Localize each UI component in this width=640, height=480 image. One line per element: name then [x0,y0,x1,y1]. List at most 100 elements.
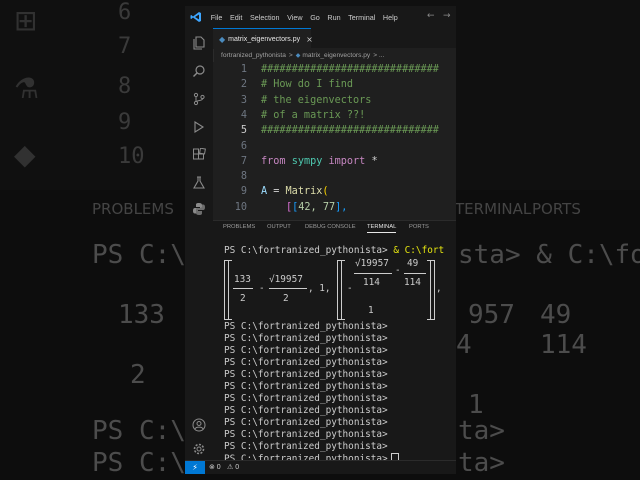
line-number: 5 [240,125,247,137]
code-text: ############################# [261,64,439,75]
tab-ports[interactable]: PORTS [409,224,429,230]
tab-problems[interactable]: PROBLEMS [223,224,255,230]
line-number: 2 [240,79,247,91]
tab-terminal[interactable]: TERMINAL [367,224,397,233]
search-icon[interactable] [191,64,207,80]
tab-debug-console[interactable]: DEBUG CONSOLE [305,224,356,230]
terminal-prompt-line: PS C:\fortranized_pythonista> [224,345,388,356]
remote-indicator-icon[interactable]: ⚡ [185,461,205,474]
breadcrumb: fortranized_pythonista > ◆ matrix_eigenv… [213,48,456,62]
tab-close-icon[interactable]: × [306,35,313,44]
vector-tail: , 1, [308,283,331,294]
status-errors[interactable]: ⊗ 0 [209,463,221,471]
code-text: # of a matrix ??! [261,109,366,121]
inner-bracket-left [341,260,345,320]
fraction-bar [269,288,307,289]
code-text: A = Matrix( [261,186,329,198]
code-line: 6 [213,141,456,156]
back-arrow-icon[interactable]: ← [427,11,435,21]
outer-bracket-right [431,260,435,320]
menu-file[interactable]: File [207,13,226,22]
code-text: # the eigenvectors [261,94,372,106]
menu-go[interactable]: Go [306,13,323,22]
tab-label: matrix_eigenvectors.py [228,35,301,43]
menu-run[interactable]: Run [324,13,345,22]
terminal-prompt-line: PS C:\fortranized_pythonista> [224,321,388,332]
python-file-icon: ◆ [295,52,301,59]
line-number: 8 [240,171,247,183]
activity-bar [185,28,214,474]
minus-sign: - [259,283,265,294]
settings-gear-icon[interactable] [191,442,207,458]
vector-entry: 1 [368,305,374,316]
bottom-panel: PROBLEMS OUTPUT DEBUG CONSOLE TERMINAL P… [213,220,456,465]
code-line: 1 ############################# [213,64,456,79]
terminal-prompt-line: PS C:\fortranized_pythonista> [224,429,388,440]
fraction-bar [233,288,253,289]
python-icon[interactable] [191,202,207,218]
line-number: 4 [240,109,247,121]
breadcrumb-file[interactable]: matrix_eigenvectors.py [302,52,370,59]
account-icon[interactable] [191,418,207,434]
menu-terminal[interactable]: Terminal [344,13,379,22]
status-bar: ⚡ ⊗ 0 ⚠ 0 [185,460,456,474]
fraction-numerator: 49 [407,258,419,269]
menu-selection[interactable]: Selection [246,13,283,22]
breadcrumb-separator: > [288,51,293,59]
line-number: 1 [240,64,247,75]
vscode-window: File Edit Selection View Go Run Terminal… [185,6,456,474]
fraction-bar [354,273,392,274]
code-line: 8 [213,171,456,186]
code-line: 10 [[42, 77], [213,202,456,217]
line-number: 3 [240,94,247,106]
code-text: # How do I find [261,79,354,91]
code-line: 3 # the eigenvectors [213,95,456,110]
terminal-prompt-line: PS C:\fortranized_pythonista> [224,441,388,452]
fraction-denominator: 2 [240,293,246,304]
code-line: 9 A = Matrix( [213,186,456,201]
editor-tab-bar: ◆ matrix_eigenvectors.py × [213,28,456,49]
code-text: ############################# [261,125,439,137]
terminal-prompt-line: PS C:\fortranized_pythonista> [224,369,388,380]
extensions-icon[interactable] [191,147,207,164]
fraction-numerator: √19957 [269,274,303,285]
breadcrumb-more[interactable]: > ... [373,52,384,59]
fraction-denominator: 2 [283,293,289,304]
tab-matrix-eigenvectors[interactable]: ◆ matrix_eigenvectors.py × [213,28,313,49]
code-line: 4 # of a matrix ??! [213,110,456,125]
explorer-icon[interactable] [191,36,207,52]
status-warnings[interactable]: ⚠ 0 [227,463,239,471]
forward-arrow-icon[interactable]: → [443,11,451,21]
minus-sign: - [395,265,401,276]
fraction-denominator: 114 [363,277,380,288]
fraction-denominator: 114 [404,277,421,288]
minus-sign: - [347,283,353,294]
terminal-command-line: PS C:\fortranized_pythonista> & C:\fort [224,245,445,256]
vscode-logo-icon [185,6,207,28]
python-file-icon: ◆ [219,34,226,44]
terminal-prompt-line: PS C:\fortranized_pythonista> [224,333,388,344]
code-editor[interactable]: 1 ############################# 2 # How … [213,62,456,220]
title-bar: File Edit Selection View Go Run Terminal… [185,6,456,28]
source-control-icon[interactable] [191,92,207,108]
line-number: 9 [240,186,247,198]
fraction-bar [404,273,426,274]
terminal-prompt-line: PS C:\fortranized_pythonista> [224,381,388,392]
inner-bracket-left [228,260,232,320]
fraction-numerator: 133 [234,274,251,285]
testing-flask-icon[interactable] [191,176,207,192]
menu-view[interactable]: View [283,13,306,22]
menu-edit[interactable]: Edit [226,13,246,22]
line-number: 10 [234,201,247,213]
fraction-numerator: √19957 [355,258,389,269]
terminal-prompt-line: PS C:\fortranized_pythonista> [224,405,388,416]
run-debug-icon[interactable] [191,120,207,136]
menu-help[interactable]: Help [379,13,401,22]
line-number: 7 [240,155,247,167]
tab-output[interactable]: OUTPUT [267,224,291,230]
comma: , [436,283,442,294]
code-line: 2 # How do I find [213,79,456,94]
terminal-prompt-line: PS C:\fortranized_pythonista> [224,393,388,404]
breadcrumb-folder[interactable]: fortranized_pythonista [221,52,286,59]
terminal-prompt-line: PS C:\fortranized_pythonista> [224,417,388,428]
